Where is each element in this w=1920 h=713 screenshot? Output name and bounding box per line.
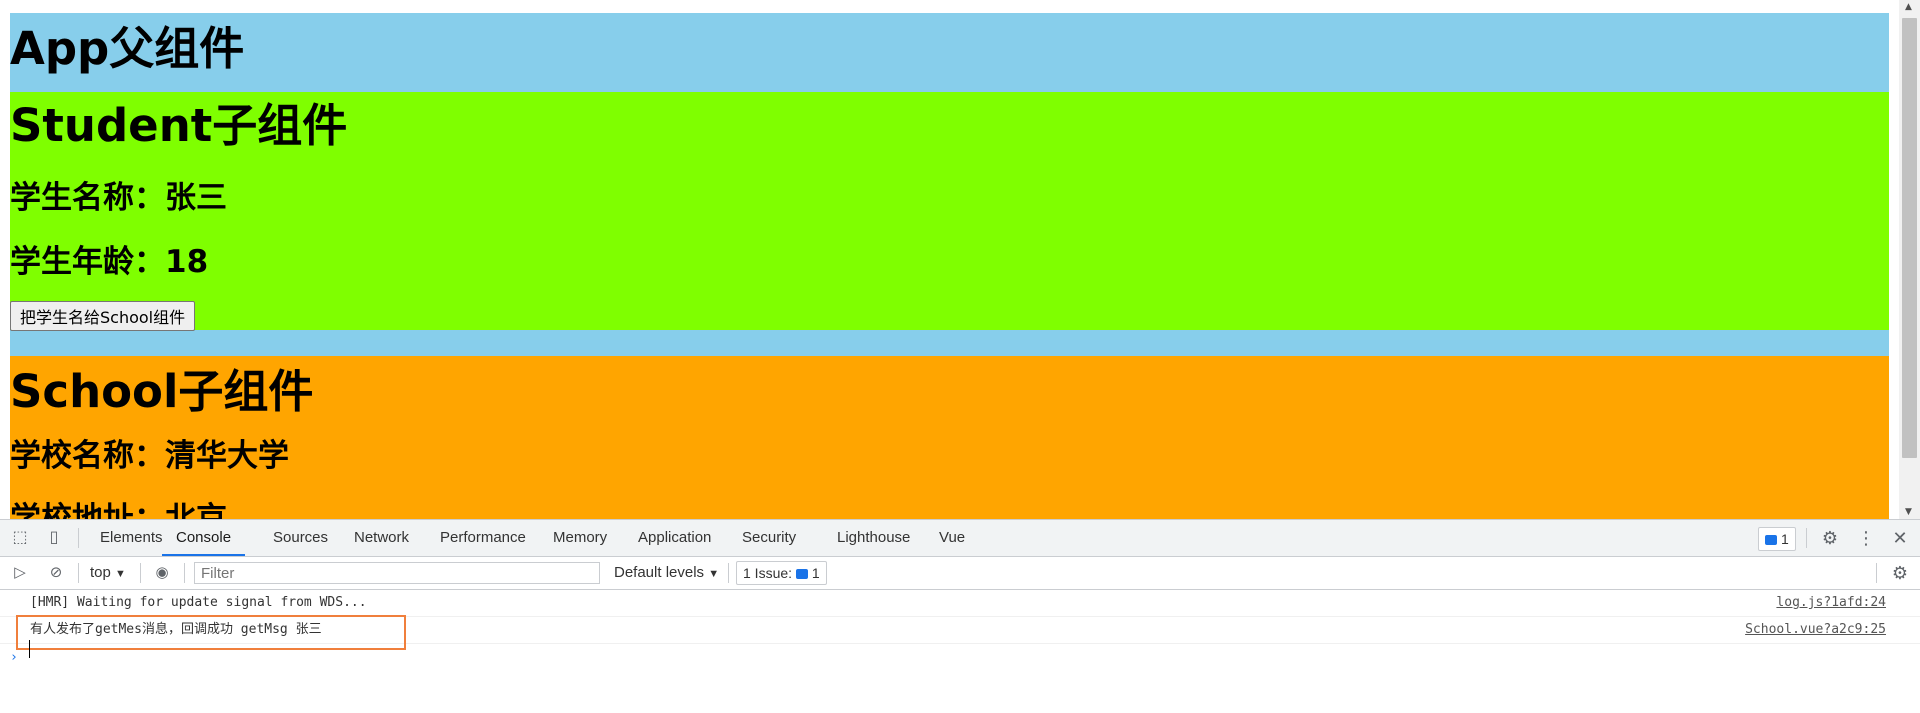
eye-icon[interactable]: ◉ (152, 563, 172, 583)
app-title: App父组件 (10, 22, 245, 75)
divider (728, 563, 729, 583)
console-message-source[interactable]: School.vue?a2c9:25 (1745, 617, 1886, 643)
console-settings-icon[interactable]: ⚙ (1890, 563, 1910, 583)
more-vertical-icon[interactable]: ⋮ (1856, 528, 1876, 548)
student-age: 学生年龄：18 (10, 244, 209, 280)
close-icon[interactable]: ✕ (1890, 528, 1910, 548)
console-message: [HMR] Waiting for update signal from WDS… (0, 590, 1920, 617)
student-name: 学生名称：张三 (10, 180, 227, 216)
chevron-down-icon: ▼ (708, 568, 720, 580)
message-icon (1765, 535, 1777, 546)
scroll-up-icon[interactable]: ▲ (1905, 2, 1912, 12)
issues-counter-count: 1 (811, 565, 820, 581)
tab-performance[interactable]: Performance (440, 520, 526, 556)
device-toolbar-icon[interactable]: ▯ (44, 528, 64, 548)
school-address: 学校地址：北京 (10, 501, 227, 519)
page-viewport: App父组件 Student子组件 学生名称：张三 学生年龄：18 把学生名给S… (0, 0, 1920, 519)
inspect-element-icon[interactable]: ⬚ (10, 528, 30, 548)
issues-counter-label: 1 Issue: (743, 565, 793, 581)
divider (1806, 528, 1807, 548)
message-icon (795, 569, 808, 580)
divider (1876, 563, 1877, 583)
school-component: School子组件 学校名称：清华大学 学校地址：北京 (10, 356, 1889, 519)
issues-badge[interactable]: 1 (1758, 527, 1796, 551)
tab-security[interactable]: Security (742, 520, 796, 556)
settings-gear-icon[interactable]: ⚙ (1820, 528, 1840, 548)
console-prompt-icon: › (10, 650, 18, 665)
tab-console[interactable]: Console (162, 520, 246, 556)
console-toolbar: ▷ ⊘ top ▼ ◉ Default levels ▼ 1 Issue: 1 … (0, 557, 1920, 590)
divider (78, 563, 79, 583)
tab-network[interactable]: Network (354, 520, 409, 556)
console-message-text: [HMR] Waiting for update signal from WDS… (30, 595, 367, 610)
context-selector[interactable]: top ▼ (90, 557, 126, 589)
divider (78, 528, 79, 548)
chevron-down-icon: ▼ (115, 568, 126, 580)
annotation-highlight-box (16, 615, 406, 650)
app-component: App父组件 Student子组件 学生名称：张三 学生年龄：18 把学生名给S… (10, 13, 1889, 519)
sidebar-toggle-icon[interactable]: ▷ (10, 563, 30, 583)
scroll-down-icon[interactable]: ▼ (1905, 507, 1912, 517)
devtools-tabbar: ⬚ ▯ Elements Console Sources Network Per… (0, 520, 1920, 557)
tab-lighthouse[interactable]: Lighthouse (837, 520, 910, 556)
scrollbar-thumb[interactable] (1902, 18, 1917, 458)
filter-input[interactable] (194, 562, 600, 584)
send-name-button[interactable]: 把学生名给School组件 (10, 301, 196, 331)
clear-console-icon[interactable]: ⊘ (46, 563, 66, 583)
issues-counter[interactable]: 1 Issue: 1 (736, 561, 827, 585)
console-message-source[interactable]: log.js?1afd:24 (1776, 590, 1886, 616)
student-component: Student子组件 学生名称：张三 学生年龄：18 把学生名给School组件 (10, 92, 1889, 331)
school-title: School子组件 (10, 365, 314, 418)
tab-elements[interactable]: Elements (100, 520, 163, 556)
page-scrollbar[interactable]: ▲ ▼ (1899, 0, 1920, 519)
divider (184, 563, 185, 583)
issues-badge-count: 1 (1781, 531, 1789, 547)
tab-application[interactable]: Application (638, 520, 711, 556)
console-input-caret[interactable] (29, 640, 30, 658)
log-levels-dropdown[interactable]: Default levels ▼ (614, 557, 719, 589)
context-selector-label: top (90, 564, 111, 581)
school-name: 学校名称：清华大学 (10, 438, 289, 474)
student-title: Student子组件 (10, 99, 348, 152)
tab-memory[interactable]: Memory (553, 520, 607, 556)
tab-sources[interactable]: Sources (273, 520, 328, 556)
tab-vue[interactable]: Vue (939, 520, 965, 556)
log-levels-label: Default levels (614, 564, 705, 581)
divider (140, 563, 141, 583)
